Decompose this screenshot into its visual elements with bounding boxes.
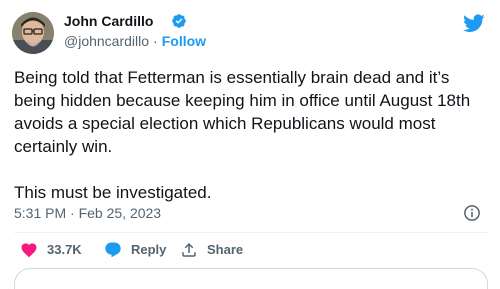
author-name[interactable]: John Cardillo — [64, 12, 153, 30]
replies-card-edge — [14, 268, 488, 289]
share-icon — [182, 242, 196, 257]
separator-dot: · — [153, 33, 158, 49]
like-count: 33.7K — [47, 242, 82, 257]
reply-bubble-icon — [105, 242, 121, 258]
divider — [14, 232, 488, 233]
reply-button[interactable]: Reply — [104, 240, 166, 260]
tweet-text: Being told that Fetterman is essentially… — [14, 68, 471, 202]
reply-label: Reply — [131, 242, 167, 257]
share-button[interactable]: Share — [180, 240, 243, 260]
info-icon[interactable] — [463, 204, 481, 222]
avatar[interactable] — [12, 12, 54, 54]
tweet-timestamp[interactable]: 5:31 PM · Feb 25, 2023 — [14, 204, 161, 222]
like-button[interactable]: 33.7K — [20, 240, 82, 260]
verified-badge-icon — [172, 14, 186, 28]
follow-button[interactable]: Follow — [162, 33, 206, 49]
tweet-card: John Cardillo @johncardillo · Follow Being… — [0, 0, 500, 289]
heart-icon — [21, 243, 37, 258]
twitter-bird-icon[interactable] — [462, 12, 486, 34]
share-label: Share — [207, 242, 244, 257]
handle-row: @johncardillo · Follow — [64, 32, 206, 50]
author-handle[interactable]: @johncardillo — [64, 33, 149, 49]
